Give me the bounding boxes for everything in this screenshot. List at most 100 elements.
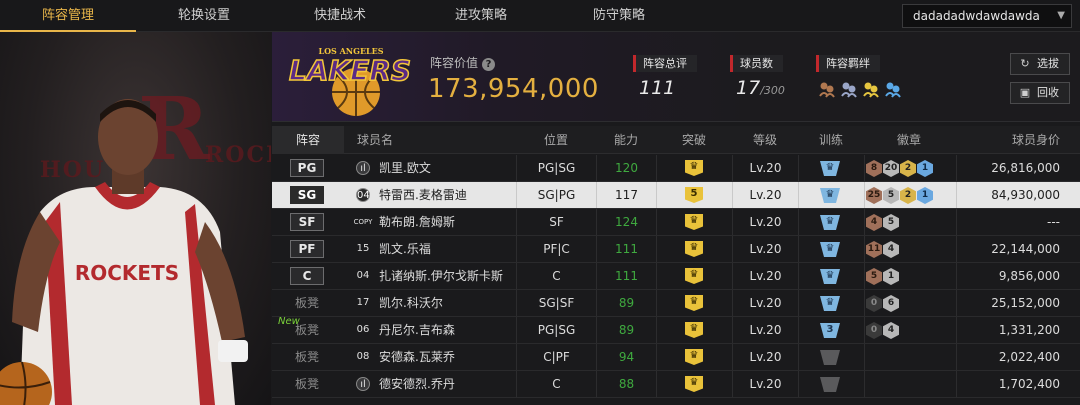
tab-offense-strategy[interactable]: 进攻策略 bbox=[413, 0, 549, 32]
player-position: SG|SF bbox=[516, 290, 596, 316]
player-name[interactable]: 凯尔.科沃尔 bbox=[379, 290, 443, 316]
col-training[interactable]: 训练 bbox=[798, 126, 864, 154]
training-level: ♛ bbox=[825, 216, 835, 227]
bond-blue-icon[interactable] bbox=[884, 80, 902, 98]
badge-icon[interactable]: 5 bbox=[883, 214, 899, 231]
stats-bars-icon: ıl bbox=[356, 161, 370, 175]
training-level: ♛ bbox=[825, 297, 835, 308]
lineup-value: 173,954,000 bbox=[428, 74, 599, 104]
table-row[interactable]: 板凳 ıl 德安德烈.乔丹 C 88 ♛ Lv.20 1,702,400 bbox=[272, 371, 1080, 398]
table-row[interactable]: SG 04 特雷西.麦格雷迪 SG|PG 117 5 Lv.20 ♛ 25 5 2 1 84,930,0… bbox=[272, 182, 1080, 209]
badge-icon[interactable]: 20 bbox=[883, 160, 899, 177]
badges-cell bbox=[864, 371, 956, 397]
badge-icon[interactable]: 2 bbox=[900, 160, 916, 177]
col-slot[interactable]: 阵容 bbox=[272, 126, 344, 154]
badge-icon[interactable]: 8 bbox=[866, 160, 882, 177]
top-tab-bar: 阵容管理 轮换设置 快捷战术 进攻策略 防守策略 dadadadwdawdawd… bbox=[0, 0, 1080, 32]
slot-badge-sg: SG bbox=[290, 186, 324, 204]
badge-icon[interactable]: 0 bbox=[866, 322, 882, 339]
badge-icon[interactable]: 5 bbox=[866, 268, 882, 285]
badge-icon[interactable]: 11 bbox=[866, 241, 882, 258]
help-icon[interactable]: ? bbox=[482, 58, 496, 71]
player-level: Lv.20 bbox=[732, 155, 798, 181]
tab-rotation-settings[interactable]: 轮换设置 bbox=[136, 0, 272, 32]
col-level[interactable]: 等级 bbox=[732, 126, 798, 154]
badge-list: 45 bbox=[866, 214, 899, 231]
badge-icon[interactable]: 2 bbox=[900, 187, 916, 204]
table-row[interactable]: 板凳 08 安德森.瓦莱乔 C|PF 94 ♛ Lv.20 2,022,400 bbox=[272, 344, 1080, 371]
jersey-number: 17 bbox=[356, 297, 370, 308]
col-badges[interactable]: 徽章 bbox=[864, 126, 954, 154]
stat-lineup-rating-value: 111 bbox=[639, 77, 676, 99]
stat-player-count-label: 球员数 bbox=[730, 55, 783, 72]
jersey-number: 04 bbox=[356, 188, 370, 202]
stats-bars-icon: ıl bbox=[356, 377, 370, 391]
tab-quick-tactics[interactable]: 快捷战术 bbox=[272, 0, 408, 32]
jersey-number: 15 bbox=[356, 243, 370, 254]
bond-bronze-icon[interactable] bbox=[818, 80, 836, 98]
badge-icon[interactable]: 4 bbox=[883, 322, 899, 339]
col-player-name[interactable]: 球员名 bbox=[350, 126, 400, 154]
player-name[interactable]: 特雷西.麦格雷迪 bbox=[379, 182, 467, 208]
team-selector-dropdown[interactable]: dadadadwdawdawda ▼ bbox=[902, 4, 1072, 28]
select-players-button[interactable]: ↻ 选拔 bbox=[1010, 53, 1070, 75]
training-level: ♛ bbox=[825, 162, 835, 173]
recycle-label: 回收 bbox=[1037, 86, 1059, 99]
player-name[interactable]: 扎诸纳斯.伊尔戈斯卡斯 bbox=[379, 263, 503, 289]
jersey-text: ROCKETS bbox=[75, 261, 179, 285]
badge-icon[interactable]: 4 bbox=[866, 214, 882, 231]
badge-icon[interactable]: 1 bbox=[883, 268, 899, 285]
table-row[interactable]: 板凳 New 06 丹尼尔.吉布森 PG|SG 89 ♛ Lv.20 3 0 4 1,331,200 bbox=[272, 316, 1080, 344]
player-value: 9,856,000 bbox=[998, 269, 1060, 283]
badge-icon[interactable]: 5 bbox=[883, 187, 899, 204]
table-row[interactable]: PF 15 凯文.乐福 PF|C 111 ♛ Lv.20 ♛ 11 4 22,144,000 bbox=[272, 236, 1080, 263]
player-position: SG|PG bbox=[516, 182, 596, 208]
player-level: Lv.20 bbox=[732, 182, 798, 208]
stat-lineup-rating: 阵容总评 111 bbox=[633, 52, 697, 99]
player-ability: 117 bbox=[596, 182, 656, 208]
bond-silver-icon[interactable] bbox=[840, 80, 858, 98]
bond-icons bbox=[818, 80, 902, 98]
player-name[interactable]: 凯文.乐福 bbox=[379, 236, 431, 262]
badge-icon[interactable]: 1 bbox=[917, 187, 933, 204]
player-name[interactable]: 安德森.瓦莱乔 bbox=[379, 344, 455, 370]
recycle-button[interactable]: ▣ 回收 bbox=[1010, 82, 1070, 104]
col-position[interactable]: 位置 bbox=[516, 126, 596, 154]
slot-badge-pg: PG bbox=[290, 159, 324, 177]
badge-icon[interactable]: 0 bbox=[866, 295, 882, 312]
refresh-icon: ↻ bbox=[1020, 57, 1030, 70]
table-row[interactable]: PG ıl 凯里.欧文 PG|SG 120 ♛ Lv.20 ♛ 8 20 2 1 26,816,000 bbox=[272, 155, 1080, 182]
player-name[interactable]: 勒布朗.詹姆斯 bbox=[379, 209, 455, 235]
badge-icon[interactable]: 25 bbox=[866, 187, 882, 204]
badge-icon[interactable]: 1 bbox=[917, 160, 933, 177]
col-ability[interactable]: 能力 bbox=[596, 126, 656, 154]
badge-icon[interactable]: 4 bbox=[883, 241, 899, 258]
player-ability: 89 bbox=[596, 290, 656, 316]
bond-gold-icon[interactable] bbox=[862, 80, 880, 98]
training-level: ♛ bbox=[825, 189, 835, 200]
table-row[interactable]: SF COPY 勒布朗.詹姆斯 SF 124 ♛ Lv.20 ♛ 4 5 --- bbox=[272, 209, 1080, 236]
player-count: 17 bbox=[736, 77, 761, 99]
badge-list: 11 4 bbox=[866, 241, 899, 258]
copy-tag: COPY bbox=[353, 218, 373, 226]
table-row[interactable]: 板凳 17 凯尔.科沃尔 SG|SF 89 ♛ Lv.20 ♛ 0 6 25,152,000 bbox=[272, 290, 1080, 317]
player-name[interactable]: 凯里.欧文 bbox=[379, 155, 431, 181]
slot-badge-sf: SF bbox=[290, 213, 324, 231]
stat-player-count: 球员数 17/300 bbox=[730, 52, 785, 99]
player-name[interactable]: 丹尼尔.吉布森 bbox=[379, 317, 455, 343]
table-row[interactable]: C 04 扎诸纳斯.伊尔戈斯卡斯 C 111 ♛ Lv.20 ♛ 5 1 9,856,000 bbox=[272, 263, 1080, 290]
col-player-value[interactable]: 球员身价 bbox=[956, 126, 1080, 154]
player-ability: 88 bbox=[596, 371, 656, 397]
new-tag: New bbox=[278, 316, 300, 327]
player-position: C bbox=[516, 371, 596, 397]
player-name[interactable]: 德安德烈.乔丹 bbox=[379, 371, 455, 397]
col-breakthrough[interactable]: 突破 bbox=[656, 126, 732, 154]
tab-lineup-management[interactable]: 阵容管理 bbox=[0, 0, 136, 32]
lineup-value-label: 阵容价值? bbox=[430, 54, 496, 71]
slot-bench: 板凳 bbox=[294, 296, 319, 310]
tab-defense-strategy[interactable]: 防守策略 bbox=[551, 0, 687, 32]
player-ability: 124 bbox=[596, 209, 656, 235]
badge-list: 51 bbox=[866, 268, 899, 285]
badge-icon[interactable]: 6 bbox=[883, 295, 899, 312]
player-level: Lv.20 bbox=[732, 209, 798, 235]
